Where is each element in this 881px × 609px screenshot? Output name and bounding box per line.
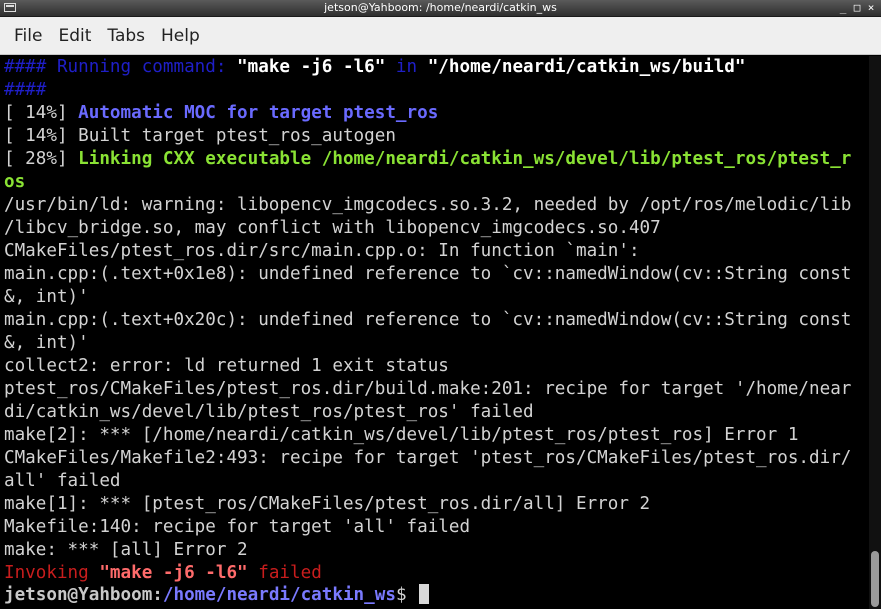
window-title: jetson@Yahboom: /home/neardi/catkin_ws [324,1,557,14]
prompt-colon: : [152,585,163,605]
running-in: in [385,57,428,77]
running-command-wrap: #### [4,80,47,100]
running-command-line: #### Running command: "make -j6 -l6" in … [4,56,746,79]
output-line: collect2: error: ld returned 1 exit stat… [4,356,449,376]
moc-percent: [ 14%] [4,103,79,123]
linking-line-wrap: os [4,172,26,192]
moc-line: [ 14%] Automatic MOC for target ptest_ro… [4,102,438,125]
maximize-icon[interactable]: □ [851,0,863,16]
terminal-window-icon[interactable] [4,3,16,12]
output-line: Makefile:140: recipe for target 'all' fa… [4,517,471,537]
minimize-icon[interactable]: _ [837,0,849,16]
shell-prompt[interactable]: jetson@Yahboom:/home/neardi/catkin_ws$ [4,584,430,607]
output-line: make: *** [all] Error 2 [4,540,248,560]
built-line: [ 14%] Built target ptest_ros_autogen [4,126,396,146]
output-line: ptest_ros/CMakeFiles/ptest_ros.dir/build… [4,379,852,399]
linking-text: Linking CXX executable /home/neardi/catk… [78,149,852,169]
linking-percent: [ 28%] [4,149,79,169]
linking-line: [ 28%] Linking CXX executable /home/near… [4,148,851,171]
prompt-symbol: $ [395,585,418,605]
output-line: CMakeFiles/Makefile2:493: recipe for tar… [4,448,852,468]
scrollbar-thumb[interactable] [871,551,879,607]
window-titlebar[interactable]: jetson@Yahboom: /home/neardi/catkin_ws _… [0,0,881,17]
running-dir: "/home/neardi/catkin_ws/build" [427,57,746,77]
running-prefix: #### Running command: [4,57,238,77]
failed-prefix: Invoking [4,563,100,583]
window-controls: _ □ × [837,0,877,16]
output-line: &, int)' [4,333,89,353]
failed-command: "make -j6 -l6" [99,563,248,583]
invoking-failed-line: Invoking "make -j6 -l6" failed [4,562,322,585]
vertical-scrollbar[interactable] [869,56,881,609]
output-line: CMakeFiles/ptest_ros.dir/src/main.cpp.o:… [4,241,640,261]
menu-bar: File Edit Tabs Help [0,17,881,55]
prompt-path: /home/neardi/catkin_ws [162,585,396,605]
output-line: di/catkin_ws/devel/lib/ptest_ros/ptest_r… [4,402,534,422]
prompt-user: jetson@Yahboom [4,585,153,605]
running-command: "make -j6 -l6" [237,57,386,77]
menu-file[interactable]: File [6,17,50,55]
menu-tabs[interactable]: Tabs [99,17,153,55]
terminal-output[interactable]: #### Running command: "make -j6 -l6" in … [0,56,869,609]
output-line: /libcv_bridge.so, may conflict with libo… [4,218,661,238]
output-line: /usr/bin/ld: warning: libopencv_imgcodec… [4,195,852,215]
output-line: main.cpp:(.text+0x20c): undefined refere… [4,310,852,330]
failed-suffix: failed [247,563,322,583]
output-line: &, int)' [4,287,89,307]
output-line: all' failed [4,471,121,491]
output-line: make[1]: *** [ptest_ros/CMakeFiles/ptest… [4,494,651,514]
output-line: make[2]: *** [/home/neardi/catkin_ws/dev… [4,425,799,445]
output-line: main.cpp:(.text+0x1e8): undefined refere… [4,264,852,284]
menu-help[interactable]: Help [153,17,208,55]
text-cursor [419,584,430,604]
moc-text: Automatic MOC for target ptest_ros [78,103,439,123]
close-icon[interactable]: × [865,0,877,16]
menu-edit[interactable]: Edit [50,17,99,55]
